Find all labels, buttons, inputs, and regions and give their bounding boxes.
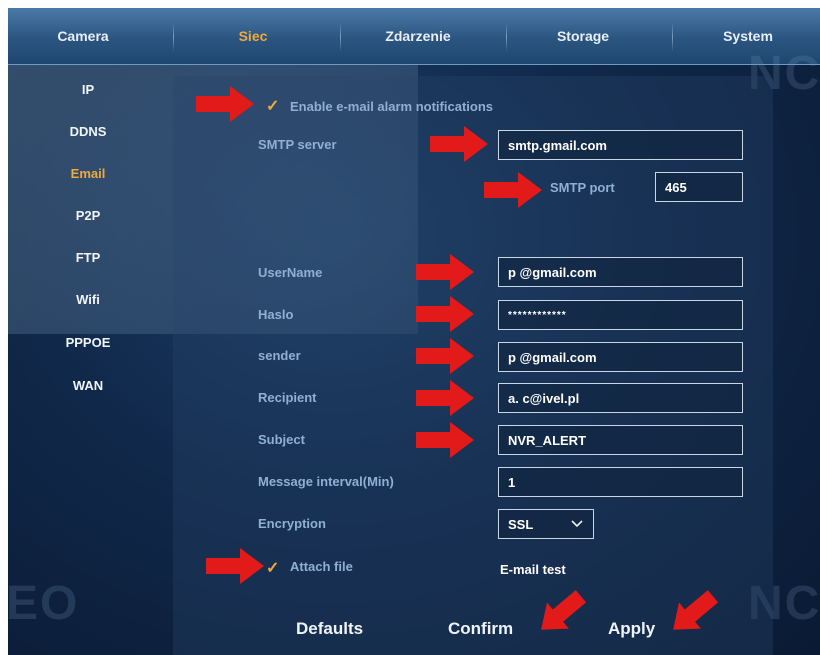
annotation-arrow-smtp-server (430, 126, 488, 162)
attach-file-label[interactable]: Attach file (290, 559, 353, 574)
sidebar-item-ip[interactable]: IP (48, 82, 128, 97)
annotation-arrow-recipient (416, 380, 474, 416)
annotation-arrow-enable (196, 86, 254, 122)
recipient-field[interactable]: a. c@ivel.pl (498, 383, 743, 413)
encryption-value: SSL (508, 516, 534, 532)
tab-separator (506, 22, 507, 52)
tab-siec[interactable]: Siec (178, 8, 328, 64)
attach-checkbox-icon[interactable]: ✓ (266, 558, 279, 578)
tab-zdarzenie[interactable]: Zdarzenie (343, 8, 493, 64)
subject-label: Subject (258, 432, 305, 447)
annotation-arrow-password (416, 296, 474, 332)
encryption-select[interactable]: SSL (498, 509, 594, 539)
annotation-arrow-username (416, 254, 474, 290)
annotation-arrow-sender (416, 338, 474, 374)
sender-label: sender (258, 348, 301, 363)
sidebar-item-ddns[interactable]: DDNS (48, 124, 128, 139)
recipient-label: Recipient (258, 390, 317, 405)
email-test-button[interactable]: E-mail test (500, 562, 566, 577)
smtp-port-field[interactable]: 465 (655, 172, 743, 202)
message-interval-field[interactable]: 1 (498, 467, 743, 497)
password-label: Haslo (258, 307, 294, 322)
defaults-button[interactable]: Defaults (296, 619, 363, 639)
encryption-label: Encryption (258, 516, 326, 531)
username-field[interactable]: p @gmail.com (498, 257, 743, 287)
password-field[interactable]: ************ (498, 300, 743, 330)
username-label: UserName (258, 265, 323, 280)
enable-notifications-label[interactable]: Enable e-mail alarm notifications (290, 99, 493, 114)
sidebar-item-pppoe[interactable]: PPPOE (48, 335, 128, 350)
smtp-server-field[interactable]: smtp.gmail.com (498, 130, 743, 160)
confirm-button[interactable]: Confirm (448, 619, 513, 639)
sender-field[interactable]: p @gmail.com (498, 342, 743, 372)
subject-field[interactable]: NVR_ALERT (498, 425, 743, 455)
sidebar-item-ftp[interactable]: FTP (48, 250, 128, 265)
message-interval-label: Message interval(Min) (258, 474, 394, 489)
apply-button[interactable]: Apply (608, 619, 655, 639)
tab-storage[interactable]: Storage (508, 8, 658, 64)
annotation-arrow-apply (673, 590, 719, 630)
tab-camera[interactable]: Camera (8, 8, 158, 64)
smtp-server-label: SMTP server (258, 137, 337, 152)
annotation-arrow-smtp-port (484, 172, 542, 208)
tab-separator (340, 22, 341, 52)
settings-screen: Camera Siec Zdarzenie Storage System NC … (8, 8, 820, 655)
annotation-arrow-subject (416, 422, 474, 458)
tab-separator (173, 22, 174, 52)
watermark-bottom-left: EO (8, 577, 80, 630)
chevron-down-icon (570, 517, 584, 532)
tab-bar: Camera Siec Zdarzenie Storage System (8, 8, 820, 65)
sidebar-item-wan[interactable]: WAN (48, 378, 128, 393)
sidebar-item-email[interactable]: Email (48, 166, 128, 181)
sidebar-item-wifi[interactable]: Wifi (48, 292, 128, 307)
annotation-arrow-confirm (541, 590, 587, 630)
enable-checkbox-icon[interactable]: ✓ (266, 96, 279, 116)
smtp-port-label: SMTP port (550, 180, 615, 195)
annotation-arrow-attach (206, 548, 264, 584)
sidebar-item-p2p[interactable]: P2P (48, 208, 128, 223)
